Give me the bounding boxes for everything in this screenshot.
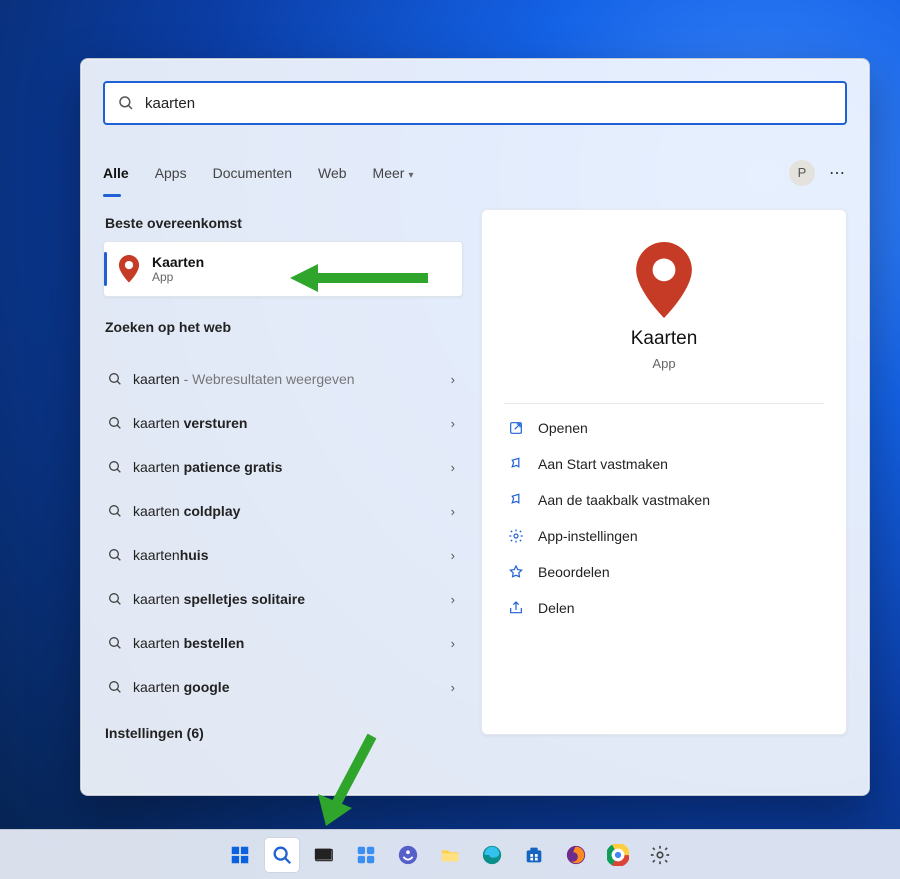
best-match-item[interactable]: Kaarten App (103, 241, 463, 297)
search-bar[interactable] (103, 81, 847, 125)
app-name: Kaarten (631, 328, 698, 350)
action-label: Aan Start vastmaken (538, 456, 668, 472)
web-result-item[interactable]: kaarten - Webresultaten weergeven › (103, 357, 463, 401)
taskbar-chat-icon[interactable] (391, 838, 425, 872)
action-label: Aan de taakbalk vastmaken (538, 492, 710, 508)
action-pin-start[interactable]: Aan Start vastmaken (504, 446, 824, 482)
taskbar-taskview-icon[interactable] (307, 838, 341, 872)
map-pin-icon (118, 255, 140, 283)
tab-alle[interactable]: Alle (103, 161, 129, 185)
web-result-item[interactable]: kaarten patience gratis › (103, 445, 463, 489)
search-icon (107, 591, 123, 607)
search-icon (107, 503, 123, 519)
action-share[interactable]: Delen (504, 590, 824, 626)
taskbar-firefox-icon[interactable] (559, 838, 593, 872)
web-result-label: kaartenhuis (133, 547, 441, 563)
details-pane: Kaarten App Openen Aan Start vastmaken Aan… (481, 209, 847, 735)
action-settings[interactable]: App-instellingen (504, 518, 824, 554)
search-panel: Alle Apps Documenten Web Meer▾ P ⋯ Beste… (80, 58, 870, 796)
search-input[interactable] (135, 95, 833, 112)
taskbar-explorer-icon[interactable] (433, 838, 467, 872)
chevron-right-icon: › (451, 548, 455, 563)
app-type: App (652, 356, 675, 371)
actions-list: Openen Aan Start vastmaken Aan de taakbalk… (504, 410, 824, 626)
web-result-item[interactable]: kaarten spelletjes solitaire › (103, 577, 463, 621)
web-result-item[interactable]: kaarten google › (103, 665, 463, 709)
web-result-item[interactable]: kaarten versturen › (103, 401, 463, 445)
taskbar-search-icon[interactable] (265, 838, 299, 872)
user-avatar[interactable]: P (789, 160, 815, 186)
taskbar-store-icon[interactable] (517, 838, 551, 872)
tab-documenten[interactable]: Documenten (213, 161, 292, 185)
search-icon (107, 635, 123, 651)
chevron-down-icon: ▾ (408, 170, 413, 181)
chevron-right-icon: › (451, 416, 455, 431)
settings-heading: Instellingen (6) (105, 725, 463, 741)
action-label: Beoordelen (538, 564, 610, 580)
tab-meer[interactable]: Meer▾ (373, 161, 414, 185)
settings-icon (508, 528, 524, 544)
tabs-row: Alle Apps Documenten Web Meer▾ P ⋯ (103, 151, 847, 195)
web-heading: Zoeken op het web (105, 319, 463, 335)
taskbar-settings-icon[interactable] (643, 838, 677, 872)
action-open[interactable]: Openen (504, 410, 824, 446)
best-match-heading: Beste overeenkomst (105, 215, 463, 231)
open-icon (508, 420, 524, 436)
chevron-right-icon: › (451, 592, 455, 607)
search-icon (107, 547, 123, 563)
chevron-right-icon: › (451, 372, 455, 387)
taskbar-start-icon[interactable] (223, 838, 257, 872)
action-star[interactable]: Beoordelen (504, 554, 824, 590)
web-result-label: kaarten google (133, 679, 441, 695)
search-icon (107, 459, 123, 475)
web-result-item[interactable]: kaarten coldplay › (103, 489, 463, 533)
taskbar-widgets-icon[interactable] (349, 838, 383, 872)
app-hero: Kaarten App (504, 236, 824, 389)
chevron-right-icon: › (451, 460, 455, 475)
results-left-column: Beste overeenkomst Kaarten App Zoeken op… (103, 209, 463, 775)
pin-start-icon (508, 456, 524, 472)
chevron-right-icon: › (451, 680, 455, 695)
web-result-label: kaarten - Webresultaten weergeven (133, 371, 441, 387)
web-result-label: kaarten spelletjes solitaire (133, 591, 441, 607)
action-label: Delen (538, 600, 575, 616)
search-icon (117, 94, 135, 112)
chevron-right-icon: › (451, 636, 455, 651)
search-icon (107, 371, 123, 387)
share-icon (508, 600, 524, 616)
taskbar-chrome-icon[interactable] (601, 838, 635, 872)
pin-taskbar-icon (508, 492, 524, 508)
taskbar-edge-icon[interactable] (475, 838, 509, 872)
web-result-label: kaarten coldplay (133, 503, 441, 519)
best-match-subtitle: App (152, 270, 204, 284)
web-result-item[interactable]: kaartenhuis › (103, 533, 463, 577)
search-icon (107, 679, 123, 695)
chevron-right-icon: › (451, 504, 455, 519)
star-icon (508, 564, 524, 580)
tab-apps[interactable]: Apps (155, 161, 187, 185)
web-results-list: kaarten - Webresultaten weergeven›kaarte… (103, 357, 463, 709)
web-result-label: kaarten bestellen (133, 635, 441, 651)
web-result-label: kaarten versturen (133, 415, 441, 431)
divider (504, 403, 824, 404)
more-options-button[interactable]: ⋯ (829, 163, 847, 183)
web-result-label: kaarten patience gratis (133, 459, 441, 475)
map-pin-icon (632, 242, 696, 318)
web-result-item[interactable]: kaarten bestellen › (103, 621, 463, 665)
action-pin-taskbar[interactable]: Aan de taakbalk vastmaken (504, 482, 824, 518)
search-icon (107, 415, 123, 431)
action-label: App-instellingen (538, 528, 638, 544)
tab-web[interactable]: Web (318, 161, 347, 185)
action-label: Openen (538, 420, 588, 436)
taskbar (0, 829, 900, 879)
best-match-title: Kaarten (152, 254, 204, 270)
